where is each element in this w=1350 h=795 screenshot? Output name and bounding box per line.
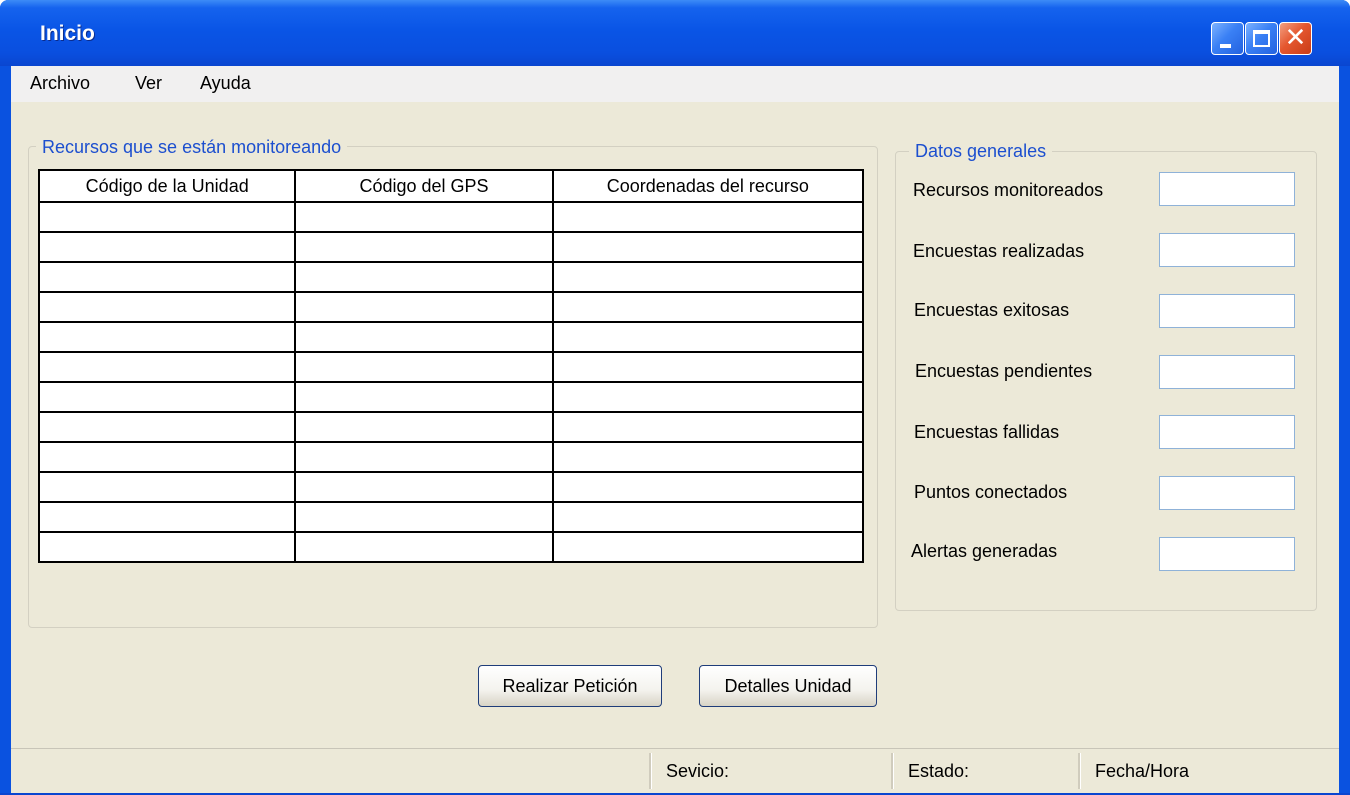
recursos-monitoreados-field[interactable]	[1159, 172, 1295, 206]
table-cell[interactable]	[294, 291, 554, 323]
alertas-generadas-label: Alertas generadas	[911, 541, 1058, 561]
realizar-peticion-button[interactable]: Realizar Petición	[478, 665, 662, 707]
column-header[interactable]: Código de la Unidad	[37, 169, 297, 203]
table-row[interactable]	[37, 441, 865, 473]
table-header-row: Código de la Unidad Código del GPS Coord…	[37, 169, 865, 203]
table-cell[interactable]	[294, 201, 554, 233]
status-divider	[891, 753, 894, 789]
resources-table: Código de la Unidad Código del GPS Coord…	[37, 169, 865, 563]
encuestas-exitosas-label: Encuestas exitosas	[914, 300, 1070, 320]
encuestas-exitosas-field[interactable]	[1159, 294, 1295, 328]
table-cell[interactable]	[551, 201, 865, 233]
main-window: Inicio ✕ Archivo Ver Ayuda Recursos que …	[0, 0, 1350, 795]
table-cell[interactable]	[294, 441, 554, 473]
status-bar: Sevicio: Estado: Fecha/Hora	[11, 748, 1339, 794]
puntos-conectados-field[interactable]	[1159, 476, 1295, 510]
table-cell[interactable]	[294, 351, 554, 383]
table-cell[interactable]	[37, 381, 297, 413]
close-icon: ✕	[1284, 23, 1307, 53]
table-row[interactable]	[37, 261, 865, 293]
table-cell[interactable]	[551, 261, 865, 293]
table-cell[interactable]	[37, 321, 297, 353]
table-cell[interactable]	[551, 531, 865, 563]
table-cell[interactable]	[37, 471, 297, 503]
column-header[interactable]: Coordenadas del recurso	[551, 169, 865, 203]
minimize-icon	[1220, 44, 1231, 48]
menu-ayuda[interactable]: Ayuda	[200, 73, 251, 94]
table-cell[interactable]	[551, 291, 865, 323]
table-cell[interactable]	[294, 321, 554, 353]
resources-group-title: Recursos que se están monitoreando	[36, 137, 348, 158]
table-cell[interactable]	[551, 381, 865, 413]
encuestas-realizadas-label: Encuestas realizadas	[913, 241, 1085, 261]
table-cell[interactable]	[37, 261, 297, 293]
table-cell[interactable]	[37, 411, 297, 443]
encuestas-fallidas-field[interactable]	[1159, 415, 1295, 449]
menu-bar: Archivo Ver Ayuda	[11, 66, 1339, 102]
encuestas-fallidas-label: Encuestas fallidas	[914, 422, 1060, 442]
maximize-icon	[1253, 30, 1270, 47]
table-cell[interactable]	[294, 531, 554, 563]
table-row[interactable]	[37, 471, 865, 503]
table-body	[37, 201, 865, 563]
menu-archivo[interactable]: Archivo	[30, 73, 90, 94]
table-cell[interactable]	[294, 231, 554, 263]
minimize-button[interactable]	[1211, 22, 1244, 55]
table-cell[interactable]	[551, 411, 865, 443]
client-area: Archivo Ver Ayuda Recursos que se están …	[11, 66, 1339, 794]
recursos-monitoreados-label: Recursos monitoreados	[913, 180, 1104, 200]
table-cell[interactable]	[294, 261, 554, 293]
menu-ver[interactable]: Ver	[135, 73, 162, 94]
status-state: Estado:	[908, 761, 970, 781]
detalles-unidad-button[interactable]: Detalles Unidad	[699, 665, 877, 707]
general-data-group-title: Datos generales	[909, 141, 1053, 162]
table-cell[interactable]	[37, 531, 297, 563]
table-cell[interactable]	[37, 201, 297, 233]
encuestas-realizadas-field[interactable]	[1159, 233, 1295, 267]
table-cell[interactable]	[37, 231, 297, 263]
table-cell[interactable]	[37, 501, 297, 533]
status-divider	[649, 753, 652, 789]
alertas-generadas-field[interactable]	[1159, 537, 1295, 571]
table-cell[interactable]	[551, 441, 865, 473]
table-cell[interactable]	[294, 501, 554, 533]
column-header[interactable]: Código del GPS	[294, 169, 554, 203]
table-row[interactable]	[37, 411, 865, 443]
table-cell[interactable]	[37, 441, 297, 473]
table-cell[interactable]	[551, 321, 865, 353]
table-cell[interactable]	[294, 471, 554, 503]
table-row[interactable]	[37, 531, 865, 563]
table-cell[interactable]	[551, 231, 865, 263]
encuestas-pendientes-field[interactable]	[1159, 355, 1295, 389]
table-row[interactable]	[37, 201, 865, 233]
table-row[interactable]	[37, 501, 865, 533]
table-cell[interactable]	[551, 501, 865, 533]
table-cell[interactable]	[37, 351, 297, 383]
status-datetime: Fecha/Hora	[1095, 761, 1190, 781]
table-cell[interactable]	[551, 351, 865, 383]
maximize-button[interactable]	[1245, 22, 1278, 55]
table-cell[interactable]	[37, 291, 297, 323]
status-divider	[1078, 753, 1081, 789]
table-cell[interactable]	[294, 381, 554, 413]
table-row[interactable]	[37, 381, 865, 413]
puntos-conectados-label: Puntos conectados	[914, 482, 1068, 502]
table-row[interactable]	[37, 291, 865, 323]
window-title: Inicio	[40, 22, 95, 45]
table-cell[interactable]	[294, 411, 554, 443]
close-button[interactable]: ✕	[1279, 22, 1312, 55]
status-service: Sevicio:	[666, 761, 730, 781]
table-row[interactable]	[37, 231, 865, 263]
table-cell[interactable]	[551, 471, 865, 503]
table-row[interactable]	[37, 321, 865, 353]
table-row[interactable]	[37, 351, 865, 383]
encuestas-pendientes-label: Encuestas pendientes	[915, 361, 1093, 381]
title-bar[interactable]: Inicio ✕	[0, 0, 1350, 66]
